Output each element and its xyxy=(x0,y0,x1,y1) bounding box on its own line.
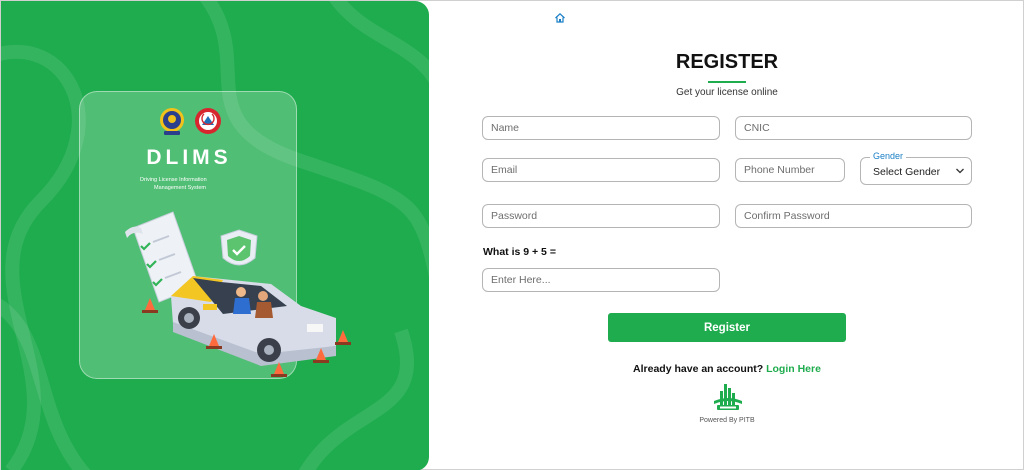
government-logos xyxy=(160,108,221,135)
chevron-down-icon[interactable] xyxy=(955,167,965,175)
gender-selected-value[interactable]: Select Gender xyxy=(873,166,940,178)
learner-car-icon xyxy=(171,276,336,366)
driving-test-illustration xyxy=(125,211,351,377)
brand-name: DLIMS xyxy=(146,146,232,169)
gender-label: Gender xyxy=(870,151,907,161)
home-icon[interactable] xyxy=(554,12,566,24)
login-prompt: Already have an account? Login Here xyxy=(601,363,853,375)
register-page: DLIMS Driving License Information Manage… xyxy=(0,0,1024,470)
phone-input[interactable] xyxy=(735,158,845,182)
brand-subtitle-line2: Management System xyxy=(154,185,206,191)
shield-check-icon xyxy=(220,229,258,266)
name-input[interactable] xyxy=(482,116,720,140)
cnic-input[interactable] xyxy=(735,116,972,140)
captcha-question: What is 9 + 5 = xyxy=(483,246,556,258)
brand-subtitle-line1: Driving License Information xyxy=(140,177,207,183)
email-input[interactable] xyxy=(482,158,720,182)
login-prompt-text: Already have an account? xyxy=(633,363,764,375)
register-button[interactable]: Register xyxy=(608,313,846,342)
page-subtitle: Get your license online xyxy=(676,87,778,98)
page-title: REGISTER xyxy=(675,51,779,73)
punjab-seal-icon xyxy=(195,108,221,134)
login-link[interactable]: Login Here xyxy=(766,363,821,375)
hero-panel: DLIMS Driving License Information Manage… xyxy=(1,1,429,470)
confirm-password-input[interactable] xyxy=(735,204,972,228)
captcha-input[interactable] xyxy=(482,268,720,292)
powered-by-text: Powered By PITB xyxy=(699,417,755,424)
title-underline xyxy=(708,81,746,83)
brand-subtitle: Driving License Information Management S… xyxy=(140,176,250,192)
pitb-logo-icon xyxy=(714,384,742,410)
password-input[interactable] xyxy=(482,204,720,228)
police-badge-icon xyxy=(160,108,184,135)
